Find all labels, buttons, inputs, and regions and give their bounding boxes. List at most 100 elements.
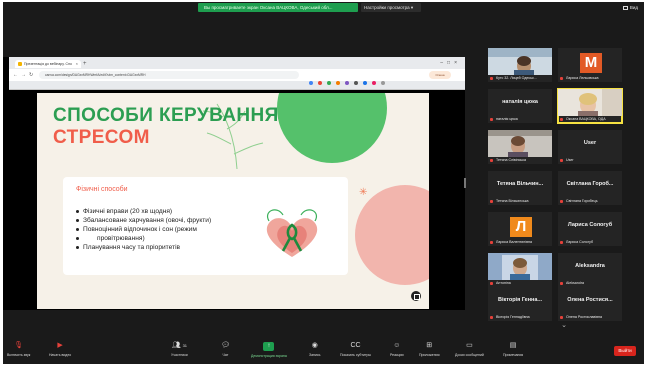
reactions-icon: ☺ <box>393 342 401 349</box>
whiteboards-label: Доски сообщений <box>455 353 484 357</box>
participant-tile[interactable]: Світлана Гороб... Світлана Горобець <box>558 171 622 205</box>
participant-name: Тетяна Слівінська <box>488 157 552 164</box>
participant-name: Лариса Сологуб <box>558 239 622 246</box>
zoom-top-bar: Вы просматриваете экран Оксана ВАЦКОВА, … <box>3 2 644 13</box>
mic-label: Включить звук <box>7 353 31 357</box>
participants-label: Участники <box>171 353 188 357</box>
grid-icon <box>622 6 628 10</box>
participant-video <box>488 253 552 280</box>
extension-icon[interactable] <box>363 81 367 85</box>
extension-icon[interactable] <box>327 81 331 85</box>
participants-button[interactable]: 👥︎ 31 Участники <box>171 342 188 357</box>
participant-name: Кутс 32. Лицей Одеськ... <box>488 75 552 82</box>
new-tab-icon[interactable]: + <box>83 60 87 68</box>
window-controls[interactable]: –□× <box>440 60 461 66</box>
participant-display-name: Тетяна Вільчин... <box>496 181 544 187</box>
mic-button[interactable]: 🎙︎ Включить звук <box>7 342 30 357</box>
share-status-pill[interactable]: Вы просматриваете экран Оксана ВАЦКОВА, … <box>198 3 358 12</box>
video-button[interactable]: ▶ Начать видео <box>49 342 71 357</box>
participant-display-name: Лариса Сологуб <box>567 222 613 228</box>
participant-tile[interactable]: Вікторія Генна... Вікторія Геннадіївна <box>488 287 552 321</box>
participant-name: Aleksandra <box>558 280 622 287</box>
view-button[interactable]: Вид <box>622 4 638 11</box>
participants-count: 31 <box>182 343 188 348</box>
participant-name: Олена Ростиславівна <box>558 314 622 321</box>
extension-icon[interactable] <box>318 81 322 85</box>
apps-button[interactable]: ⊞ Приложения <box>419 342 439 357</box>
active-speaker-tile[interactable]: Оксана ВАЦКОВА, ОДА <box>557 88 623 124</box>
view-label: Вид <box>629 5 638 10</box>
browser-tab[interactable]: Презентація до вебінару. Спо × <box>15 60 81 68</box>
slide-title-line1: СПОСОБИ КЕРУВАННЯ <box>53 105 279 126</box>
participant-tile[interactable]: Олена Ростися... Олена Ростиславівна <box>558 287 622 321</box>
extension-icon[interactable] <box>354 81 358 85</box>
whiteboards-button[interactable]: ▭ Доски сообщений <box>455 342 484 357</box>
participant-name: Вікторія Геннадіївна <box>488 314 552 321</box>
close-tab-icon[interactable]: × <box>76 60 78 68</box>
heart-ribbon-icon <box>266 209 318 257</box>
video-off-icon: ▶ <box>57 342 63 349</box>
notes-button[interactable]: ▤ Примечания <box>503 342 523 357</box>
canva-favicon-icon <box>18 62 22 66</box>
zoom-window: Вы просматриваете экран Оксана ВАЦКОВА, … <box>3 2 644 364</box>
reactions-label: Реакции <box>390 353 404 357</box>
participant-name: Антоніна <box>488 280 552 287</box>
record-button[interactable]: ◉ Запись <box>309 342 320 357</box>
profile-button[interactable]: Олена <box>429 71 451 79</box>
participant-tile[interactable]: Кутс 32. Лицей Одеськ... <box>488 48 552 82</box>
participant-display-name: Aleksandra <box>575 263 605 269</box>
browser-nav-row: ←→↻ canva.com/design/DAGxxMRHWmfA/edit?u… <box>9 69 465 85</box>
extension-icon[interactable] <box>309 81 313 85</box>
captions-label: Показать субтитры <box>340 353 372 357</box>
share-screen-button[interactable]: ↑ Демонстрация экрана <box>251 342 287 358</box>
participant-tile[interactable]: Антоніна <box>488 253 552 287</box>
extension-icon[interactable] <box>381 81 385 85</box>
participant-name: User <box>558 157 622 164</box>
participant-display-name: наталія цюка <box>502 99 538 105</box>
reactions-button[interactable]: ☺ Реакции <box>390 342 404 357</box>
participant-tile[interactable]: наталія цюка наталія цюка <box>488 89 552 123</box>
card-heading: Фізичні способи <box>76 186 128 193</box>
extensions-bar <box>309 72 424 85</box>
participant-tile[interactable]: Тетяна Слівінська <box>488 130 552 164</box>
participant-tile[interactable]: Тетяна Вільчин... Тетяна Вільчинська <box>488 171 552 205</box>
captions-button[interactable]: CC Показать субтитры <box>340 342 371 357</box>
participant-name: Світлана Горобець <box>558 198 622 205</box>
apps-icon: ⊞ <box>426 342 433 349</box>
participant-video <box>488 48 552 75</box>
meeting-toolbar: 🎙︎ Включить звук ▶ Начать видео 👥︎ 31 Участ… <box>3 339 644 364</box>
participant-display-name: Олена Ростися... <box>567 297 613 303</box>
participant-tile[interactable]: M Лариса Лельовська <box>558 48 622 82</box>
address-bar[interactable]: canva.com/design/DAGxxMRHWmfA/edit?utm_c… <box>39 71 299 79</box>
nav-buttons[interactable]: ←→↻ <box>13 70 36 80</box>
participant-display-name: User <box>583 140 597 146</box>
tab-title: Презентація до вебінару. Спо <box>24 62 72 66</box>
mic-muted-icon: 🎙︎ <box>14 342 24 349</box>
fullscreen-icon[interactable] <box>411 291 421 301</box>
split-handle[interactable] <box>464 178 466 188</box>
participant-tile[interactable]: Лариса Сологуб Лариса Сологуб <box>558 212 622 246</box>
pink-circle-decoration <box>355 185 429 285</box>
share-label: Демонстрация экрана <box>251 354 287 358</box>
extension-icon[interactable] <box>336 81 340 85</box>
participant-tile[interactable]: Л Лариса Валентинівна <box>488 212 552 246</box>
participant-tile[interactable]: Aleksandra Aleksandra <box>558 253 622 287</box>
participant-name: Оксана ВАЦКОВА, ОДА <box>558 116 622 123</box>
participant-gallery: Кутс 32. Лицей Одеськ... M Лариса Лельов… <box>488 48 640 338</box>
participant-tile[interactable]: User User <box>558 130 622 164</box>
record-label: Запись <box>309 353 321 357</box>
chat-button[interactable]: 💬︎ Чат <box>221 342 230 357</box>
leave-button[interactable]: Выйти <box>614 346 636 356</box>
extension-icon[interactable] <box>345 81 349 85</box>
browser-window: Презентація до вебінару. Спо × + –□× ←→↻… <box>9 57 465 90</box>
extension-icon[interactable] <box>372 81 376 85</box>
slide-title-line2: СТРЕСОМ <box>53 127 150 148</box>
chevron-down-icon[interactable]: ⌄ <box>556 321 572 331</box>
notes-label: Примечания <box>503 353 524 357</box>
participant-video <box>558 89 622 116</box>
participants-icon: 👥︎ 31 <box>171 342 188 349</box>
view-options-button[interactable]: Настройки просмотра ▾ <box>361 3 421 12</box>
participant-display-name: Світлана Гороб... <box>566 181 614 187</box>
share-screen-icon: ↑ <box>263 342 275 351</box>
participant-name: Лариса Валентинівна <box>488 239 552 246</box>
